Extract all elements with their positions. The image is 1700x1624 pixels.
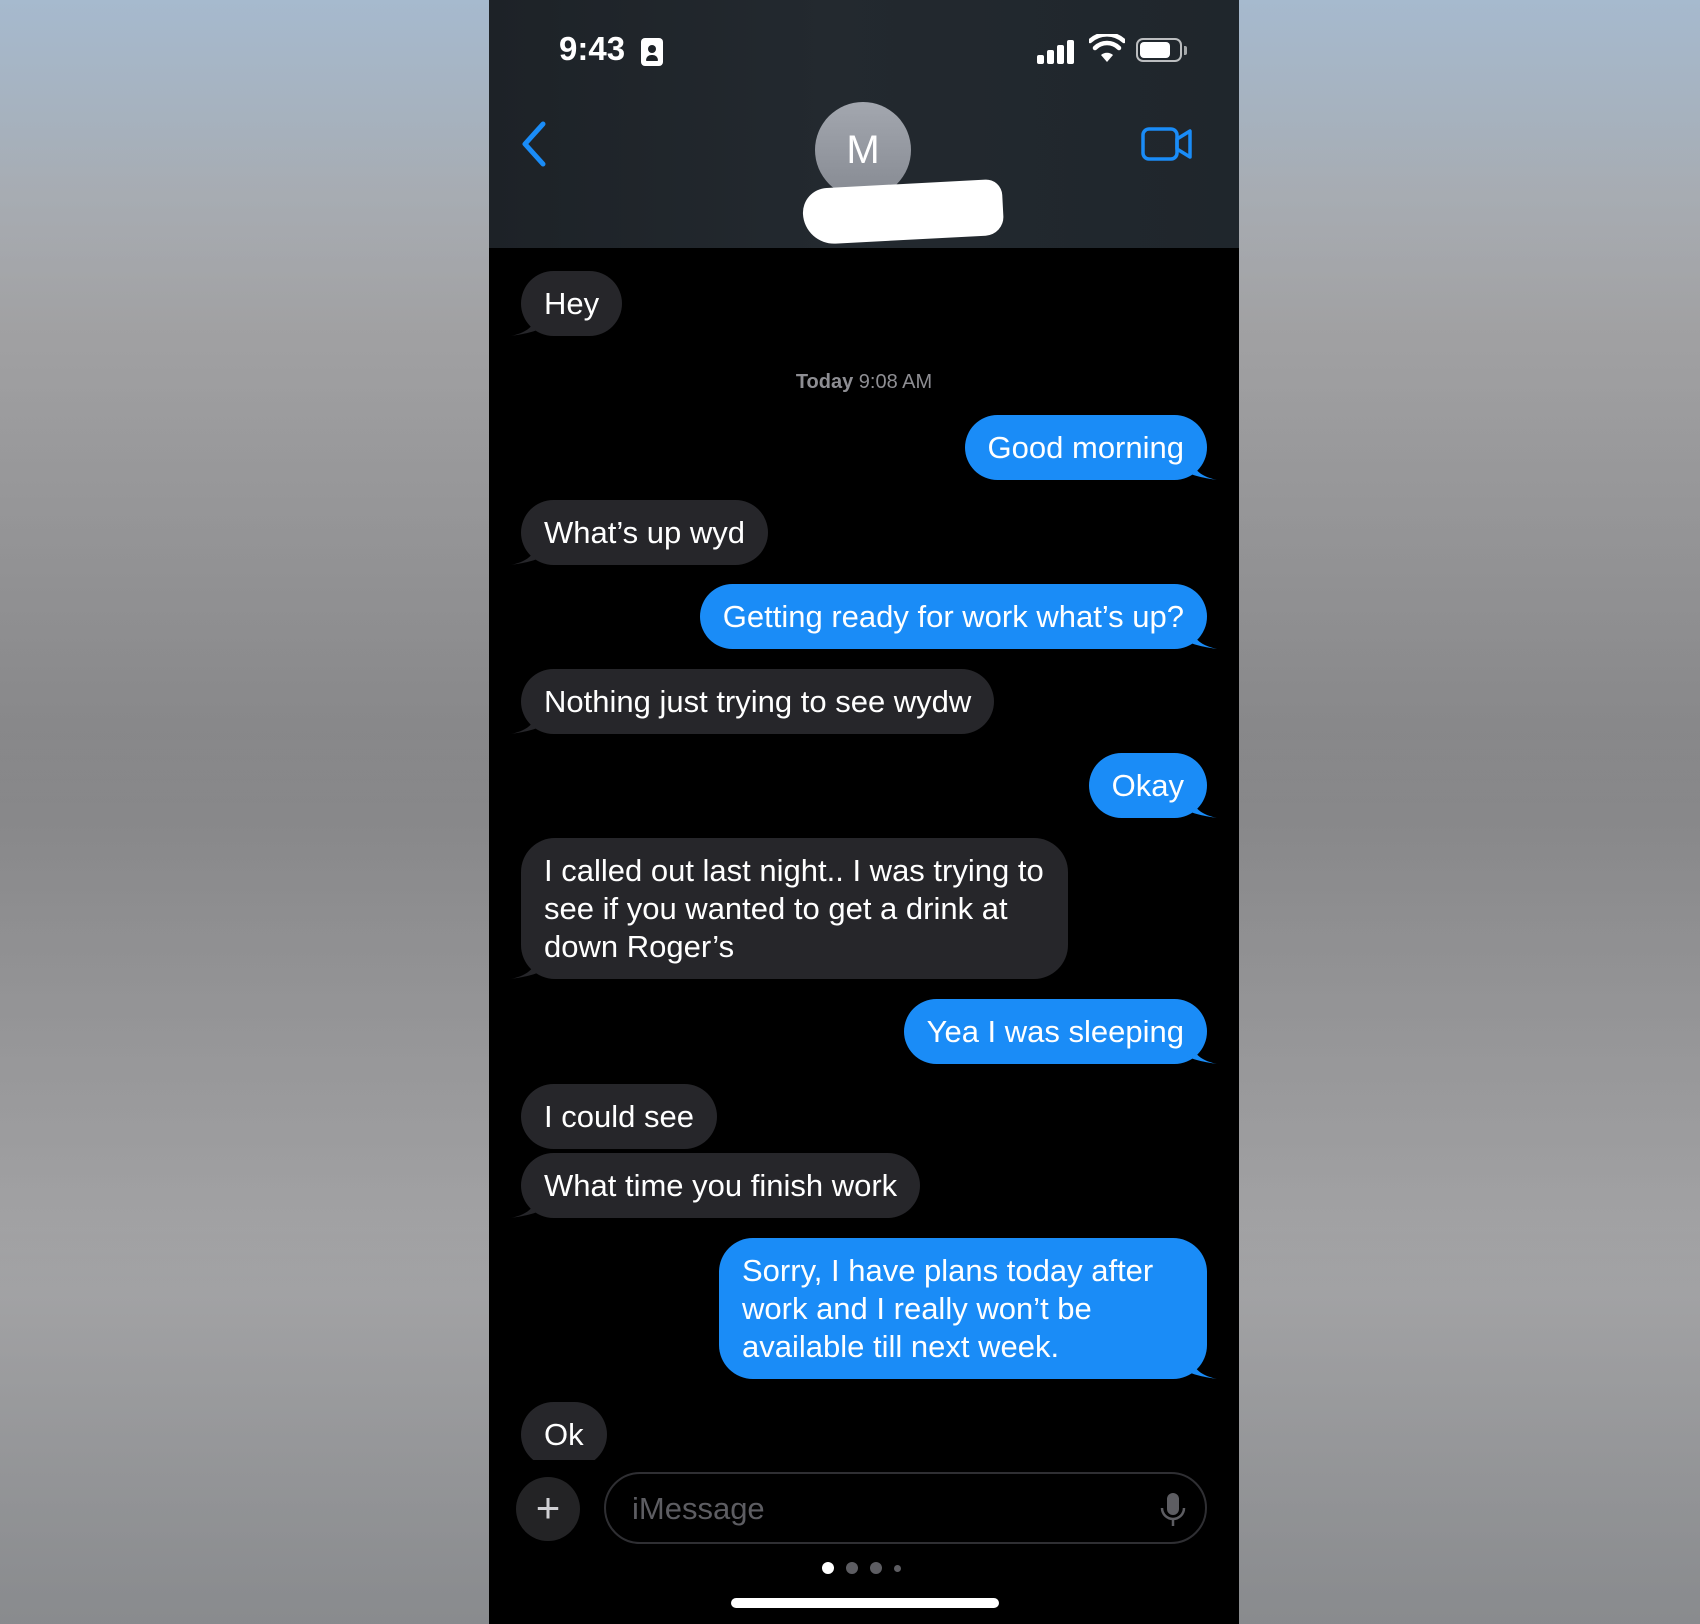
battery-fill	[1140, 42, 1170, 58]
battery-tip	[1184, 46, 1187, 55]
bubble-tail	[1187, 454, 1217, 480]
redacted-contact-name	[801, 178, 1005, 246]
battery-icon	[1136, 38, 1182, 62]
page-dot	[870, 1562, 882, 1574]
contact-card-icon	[641, 38, 663, 66]
microphone-icon[interactable]	[1160, 1492, 1186, 1528]
outgoing-message-bubble[interactable]: Getting ready for work what’s up?	[699, 584, 1207, 649]
bubble-tail	[511, 310, 541, 336]
outgoing-message-bubble[interactable]: Sorry, I have plans today after work and…	[719, 1238, 1207, 1379]
incoming-message-bubble[interactable]: Ok	[521, 1402, 607, 1467]
page-dot	[894, 1565, 901, 1572]
plus-icon[interactable]: +	[516, 1477, 580, 1541]
incoming-message-bubble[interactable]: I called out last night.. I was trying t…	[521, 838, 1068, 979]
outgoing-message-bubble[interactable]: Good morning	[964, 415, 1207, 480]
chevron-left-icon[interactable]	[519, 120, 549, 168]
incoming-message-bubble[interactable]: What time you finish work	[521, 1153, 921, 1218]
bubble-tail	[511, 708, 541, 734]
cellular-signal-icon	[1037, 38, 1077, 64]
bubble-tail	[1187, 623, 1217, 649]
bubble-tail	[511, 539, 541, 565]
outgoing-message-bubble[interactable]: Yea I was sleeping	[903, 999, 1207, 1064]
background-right	[1239, 0, 1700, 1624]
message-thread: Hey Today 9:08 AM Good morning What’s up…	[489, 248, 1239, 1467]
home-indicator[interactable]	[731, 1598, 999, 1608]
bubble-tail	[1187, 1038, 1217, 1064]
bubble-tail	[511, 953, 541, 979]
phone-screen: 9:43 M Hey Today 9:08 AM Good morning Wh…	[489, 0, 1239, 1624]
incoming-message-bubble[interactable]: I could see	[521, 1084, 717, 1149]
bubble-tail	[1187, 792, 1217, 818]
page-dot	[846, 1562, 858, 1574]
incoming-message-bubble[interactable]: Nothing just trying to see wydw	[521, 669, 995, 734]
status-time: 9:43	[559, 30, 626, 67]
imessage-input-container[interactable]	[604, 1472, 1207, 1544]
bubble-tail	[511, 1192, 541, 1218]
background-left	[0, 0, 489, 1624]
incoming-message-bubble[interactable]: What’s up wyd	[521, 500, 769, 565]
imessage-input[interactable]	[630, 1484, 1134, 1534]
timestamp: Today 9:08 AM	[795, 371, 933, 393]
conversation-header: 9:43 M	[489, 0, 1239, 248]
wifi-icon	[1089, 34, 1125, 62]
message-composer: +	[489, 1460, 1239, 1624]
video-camera-icon[interactable]	[1141, 126, 1193, 162]
page-dot	[822, 1562, 834, 1574]
bubble-tail	[1187, 1353, 1217, 1379]
